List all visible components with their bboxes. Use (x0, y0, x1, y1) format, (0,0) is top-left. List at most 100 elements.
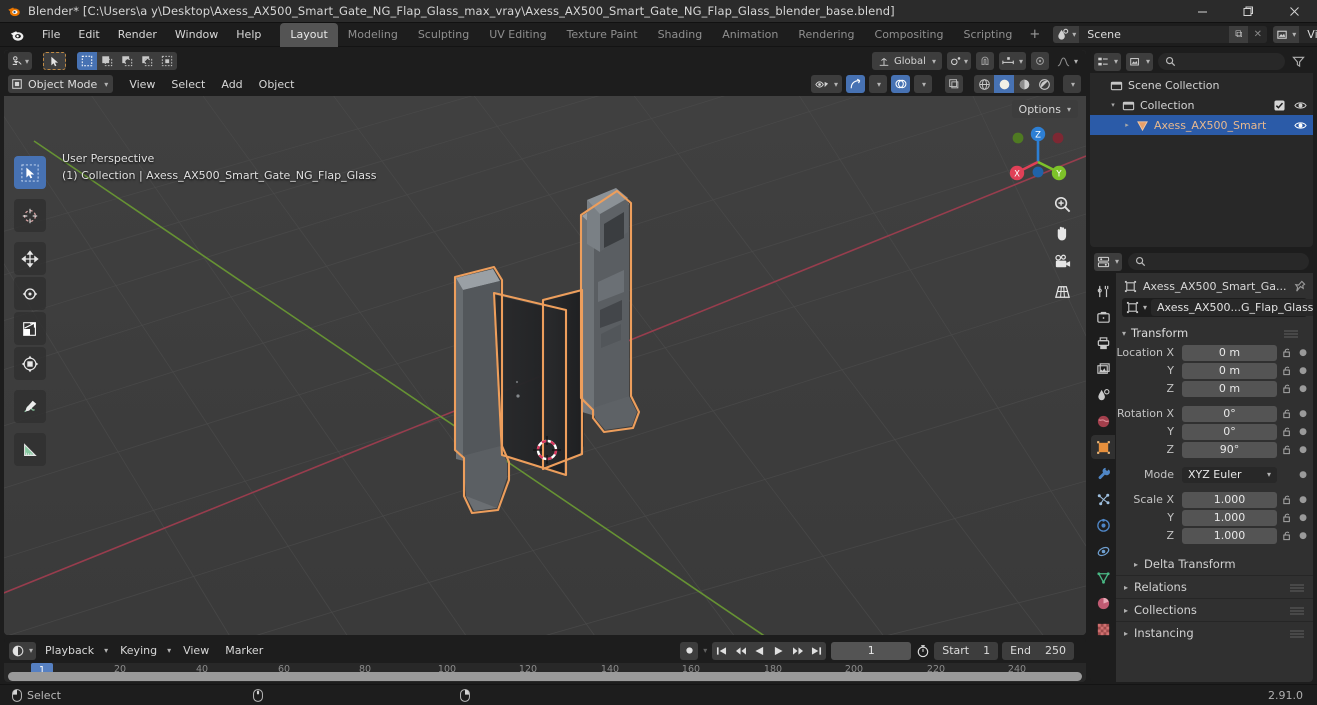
field-rotation-z[interactable]: 90° (1182, 441, 1277, 458)
properties-tab-physics[interactable] (1091, 513, 1115, 537)
properties-tab-view-layer[interactable] (1091, 357, 1115, 381)
view-layer-id-control[interactable]: ▾ View Layer ⧉ ✕ (1273, 26, 1317, 43)
show-overlays-icon[interactable] (891, 75, 910, 93)
panel-instancing[interactable]: ▸ Instancing (1116, 621, 1313, 644)
view-layer-name[interactable]: View Layer (1299, 26, 1317, 43)
properties-tab-render[interactable] (1091, 305, 1115, 329)
panel-collections[interactable]: ▸ Collections (1116, 598, 1313, 621)
new-scene-button[interactable]: ⧉ (1229, 26, 1249, 43)
properties-panel-content[interactable]: Axess_AX500_Smart_Ga... ▾ Axess_AX500...… (1116, 273, 1313, 682)
timeline-ruler[interactable]: 20 40 60 80 100 120 140 160 180 200 220 … (4, 663, 1086, 682)
tab-layout[interactable]: Layout (280, 22, 338, 47)
field-scale-y[interactable]: 1.000 (1182, 509, 1277, 526)
close-button[interactable] (1271, 0, 1317, 23)
properties-tab-tool[interactable] (1091, 279, 1115, 303)
tool-tweak-select-box[interactable] (14, 156, 46, 189)
field-rotation-mode[interactable]: XYZ Euler ▾ (1182, 466, 1277, 483)
tab-shading[interactable]: Shading (648, 23, 713, 47)
prop-row-scale-z[interactable]: Z 1.000 ● (1116, 527, 1309, 544)
lock-location-z-icon[interactable] (1281, 383, 1293, 394)
zoom-icon[interactable] (1050, 192, 1074, 216)
proportional-editing-icon[interactable] (1030, 52, 1049, 70)
viewport-axis-gizmo[interactable]: Z X Y (1000, 116, 1076, 192)
menu-edit[interactable]: Edit (69, 25, 108, 44)
animate-rotation-mode-dot[interactable]: ● (1297, 470, 1309, 480)
menu-window[interactable]: Window (166, 25, 227, 44)
prop-row-location-z[interactable]: Z 0 m ● (1116, 380, 1309, 397)
properties-tab-material[interactable] (1091, 591, 1115, 615)
tool-cursor[interactable] (14, 199, 46, 232)
timeline-menu-view[interactable]: View (175, 642, 217, 659)
tab-scripting[interactable]: Scripting (953, 23, 1022, 47)
viewport-canvas[interactable]: User Perspective (1) Collection | Axess_… (4, 96, 1086, 635)
current-frame-field[interactable]: 1 (831, 641, 912, 660)
field-scale-z[interactable]: 1.000 (1182, 527, 1277, 544)
id-type-filter-icon[interactable]: ▾ (1126, 52, 1154, 71)
properties-tab-particles[interactable] (1091, 487, 1115, 511)
select-invert-icon[interactable] (137, 52, 157, 70)
shading-rendered-icon[interactable] (1034, 75, 1054, 93)
lock-scale-x-icon[interactable] (1281, 494, 1293, 505)
camera-view-icon[interactable] (1050, 250, 1074, 274)
prop-row-rotation-x[interactable]: Rotation X 0° ● (1116, 405, 1309, 422)
select-subtract-icon[interactable] (117, 52, 137, 70)
jump-to-start-button[interactable] (712, 642, 731, 660)
timeline-menu-playback[interactable]: Playback (37, 642, 102, 659)
tab-uv-editing[interactable]: UV Editing (479, 23, 556, 47)
field-location-z[interactable]: 0 m (1182, 380, 1277, 397)
outliner-editor-type-icon[interactable]: ▾ (1094, 52, 1122, 71)
animate-scale-x-dot[interactable]: ● (1297, 495, 1309, 505)
animate-scale-z-dot[interactable]: ● (1297, 531, 1309, 541)
select-extend-icon[interactable] (97, 52, 117, 70)
animate-rotation-y-dot[interactable]: ● (1297, 427, 1309, 437)
overlay-settings-dropdown[interactable]: ▾ (914, 75, 932, 93)
pivot-point-dropdown[interactable]: ▾ (946, 52, 971, 70)
pan-hand-icon[interactable] (1050, 221, 1074, 245)
lock-scale-y-icon[interactable] (1281, 512, 1293, 523)
transform-expand-triangle[interactable]: ▾ (1122, 329, 1126, 338)
tweak-tool-icon[interactable] (43, 52, 67, 70)
jump-to-end-button[interactable] (807, 642, 826, 660)
object-expand-triangle[interactable]: ▸ (1122, 121, 1132, 129)
tab-animation[interactable]: Animation (712, 23, 788, 47)
collection-expand-triangle[interactable]: ▾ (1108, 101, 1118, 109)
properties-editor-type-icon[interactable]: ▾ (1094, 252, 1123, 271)
outliner-row-scene-collection[interactable]: ▸ Scene Collection (1090, 75, 1313, 95)
shading-wireframe-icon[interactable] (974, 75, 994, 93)
animate-rotation-z-dot[interactable]: ● (1297, 445, 1309, 455)
funnel-filter-icon[interactable] (1289, 53, 1308, 71)
collection-visibility-eye-icon[interactable] (1294, 100, 1307, 111)
properties-tab-scene[interactable] (1091, 383, 1115, 407)
lock-location-y-icon[interactable] (1281, 365, 1293, 376)
properties-editor[interactable]: ▾ Axess_AX500_Smart_Ga... ▾ Axess_AX500.… (1090, 250, 1313, 682)
play-button[interactable] (769, 642, 788, 660)
properties-tab-texture[interactable] (1091, 617, 1115, 641)
field-rotation-y[interactable]: 0° (1182, 423, 1277, 440)
timeline-editor[interactable]: ▾ Playback ▾ Keying ▾ View Marker ▾ 1 St… (4, 638, 1086, 682)
animate-location-x-dot[interactable]: ● (1297, 348, 1309, 358)
pin-icon[interactable] (1293, 280, 1306, 293)
use-preview-range-icon[interactable] (916, 644, 930, 658)
timeline-scrollbar[interactable] (8, 672, 1082, 681)
tab-modeling[interactable]: Modeling (338, 23, 408, 47)
transform-orientation-dropdown[interactable]: Global ▾ (872, 52, 942, 70)
minimize-button[interactable] (1179, 0, 1225, 23)
3d-viewport[interactable]: ▾ Global ▾ ▾ ▾ ▾ Object Mode ▾ View Sele… (4, 50, 1086, 635)
lock-rotation-z-icon[interactable] (1281, 444, 1293, 455)
properties-tab-object[interactable] (1091, 435, 1115, 459)
tool-rotate[interactable] (14, 277, 46, 310)
prop-row-rotation-mode[interactable]: Mode XYZ Euler ▾ ● (1116, 466, 1309, 483)
play-reverse-button[interactable] (750, 642, 769, 660)
show-gizmo-icon[interactable] (846, 75, 865, 93)
outliner-tree[interactable]: ▸ Scene Collection ▾ Collection (1090, 73, 1313, 247)
transform-panel-header[interactable]: ▾ Transform (1116, 323, 1313, 343)
outliner-search-input[interactable] (1158, 53, 1285, 70)
scene-name[interactable]: Scene (1079, 26, 1230, 43)
properties-tab-modifiers[interactable] (1091, 461, 1115, 485)
outliner-editor[interactable]: ▾ ▾ ▸ Scene Collection (1090, 50, 1313, 247)
object-mode-dropdown[interactable]: Object Mode ▾ (8, 75, 114, 93)
lock-scale-z-icon[interactable] (1281, 530, 1293, 541)
prop-row-scale-y[interactable]: Y 1.000 ● (1116, 509, 1309, 526)
field-location-x[interactable]: 0 m (1182, 344, 1277, 361)
prop-row-rotation-z[interactable]: Z 90° ● (1116, 441, 1309, 458)
